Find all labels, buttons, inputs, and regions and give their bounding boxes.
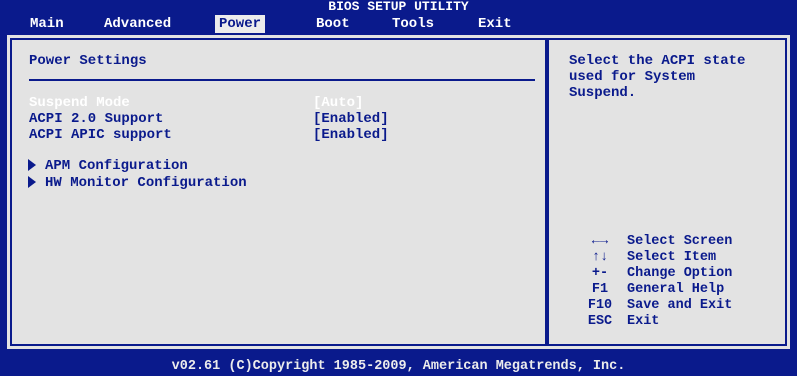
main-panel: Power Settings Suspend Mode [Auto] ACPI … xyxy=(6,34,791,350)
setting-value[interactable]: [Enabled] xyxy=(313,111,389,127)
bios-title: BIOS SETUP UTILITY xyxy=(328,0,469,14)
key-description: Select Screen xyxy=(627,234,733,249)
key-description: Select Item xyxy=(627,250,717,265)
key-esc: ESC xyxy=(587,314,613,329)
tab-power[interactable]: Power xyxy=(215,15,266,33)
key-f10: F10 xyxy=(587,298,613,313)
key-description: Exit xyxy=(627,314,660,329)
key-plus-minus: +- xyxy=(591,266,609,281)
tab-advanced[interactable]: Advanced xyxy=(100,15,175,33)
submenu-label: HW Monitor Configuration xyxy=(45,175,247,191)
left-right-arrows-icon: ←→ xyxy=(591,234,609,249)
tab-tools[interactable]: Tools xyxy=(388,15,438,33)
tab-main[interactable]: Main xyxy=(26,15,68,33)
tab-boot[interactable]: Boot xyxy=(312,15,354,33)
setting-value[interactable]: [Auto] xyxy=(313,95,363,111)
setting-label: ACPI APIC support xyxy=(29,127,172,143)
tab-exit[interactable]: Exit xyxy=(474,15,516,33)
setting-value[interactable]: [Enabled] xyxy=(313,127,389,143)
key-description: Change Option xyxy=(627,266,733,281)
menu-bar: Main Advanced Power Boot Tools Exit xyxy=(0,14,797,34)
section-rule xyxy=(29,79,535,81)
key-description: Save and Exit xyxy=(627,298,733,313)
submenu-label: APM Configuration xyxy=(45,158,188,174)
help-text: Select the ACPI state used for System Su… xyxy=(569,53,746,101)
up-down-arrows-icon: ↑↓ xyxy=(591,250,609,265)
triangle-right-icon xyxy=(27,175,37,194)
key-f1: F1 xyxy=(591,282,609,297)
panel-divider xyxy=(545,38,549,346)
setting-label: Suspend Mode xyxy=(29,95,130,111)
setting-label: ACPI 2.0 Support xyxy=(29,111,164,127)
section-title: Power Settings xyxy=(29,53,147,69)
key-description: General Help xyxy=(627,282,725,297)
copyright-footer: v02.61 (C)Copyright 1985-2009, American … xyxy=(171,359,626,374)
